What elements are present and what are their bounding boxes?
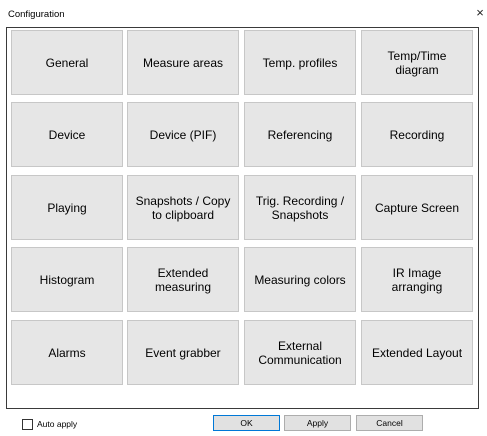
tile-alarms[interactable]: Alarms: [11, 320, 123, 385]
tile-general[interactable]: General: [11, 30, 123, 95]
tile-external-communication[interactable]: External Communication: [244, 320, 356, 385]
footer-bar: Auto apply OK Apply Cancel: [0, 412, 487, 436]
tile-extended-layout[interactable]: Extended Layout: [361, 320, 473, 385]
title-bar: Configuration ×: [0, 0, 487, 30]
apply-button[interactable]: Apply: [284, 415, 351, 431]
auto-apply-checkbox[interactable]: [22, 418, 33, 430]
close-icon[interactable]: ×: [473, 3, 487, 23]
cancel-button[interactable]: Cancel: [356, 415, 423, 431]
auto-apply-control[interactable]: Auto apply: [22, 417, 77, 431]
configuration-dialog: Configuration × General Measure areas Te…: [0, 0, 487, 436]
tile-temp-profiles[interactable]: Temp. profiles: [244, 30, 356, 95]
tile-extended-measuring[interactable]: Extended measuring: [127, 247, 239, 312]
category-panel: General Measure areas Temp. profiles Tem…: [6, 27, 479, 409]
tile-snapshots-copy[interactable]: Snapshots / Copy to clipboard: [127, 175, 239, 240]
tile-device-pif[interactable]: Device (PIF): [127, 102, 239, 167]
tile-device[interactable]: Device: [11, 102, 123, 167]
tile-playing[interactable]: Playing: [11, 175, 123, 240]
tile-referencing[interactable]: Referencing: [244, 102, 356, 167]
tile-ir-image-arranging[interactable]: IR Image arranging: [361, 247, 473, 312]
tile-measuring-colors[interactable]: Measuring colors: [244, 247, 356, 312]
tile-histogram[interactable]: Histogram: [11, 247, 123, 312]
auto-apply-label: Auto apply: [37, 419, 78, 429]
tile-temp-time-diagram[interactable]: Temp/Time diagram: [361, 30, 473, 95]
tile-event-grabber[interactable]: Event grabber: [127, 320, 239, 385]
tile-measure-areas[interactable]: Measure areas: [127, 30, 239, 95]
ok-button[interactable]: OK: [213, 415, 280, 431]
tile-capture-screen[interactable]: Capture Screen: [361, 175, 473, 240]
tile-recording[interactable]: Recording: [361, 102, 473, 167]
window-title: Configuration: [8, 9, 65, 20]
tile-trig-recording[interactable]: Trig. Recording / Snapshots: [244, 175, 356, 240]
